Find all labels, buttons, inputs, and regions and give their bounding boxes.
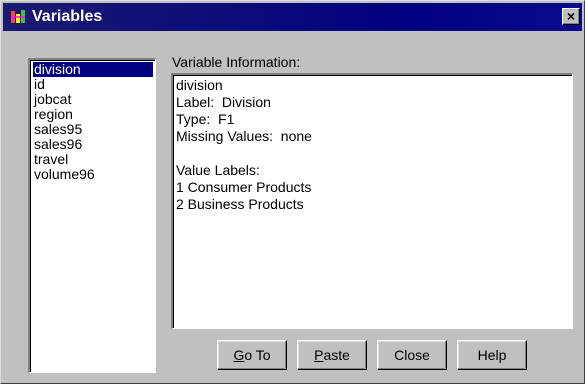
app-icon: [11, 10, 25, 23]
go-to-mnemonic: G: [233, 347, 245, 363]
paste-button[interactable]: Paste: [297, 340, 367, 370]
help-button[interactable]: Help: [457, 340, 527, 370]
go-to-label: o To: [244, 347, 271, 363]
paste-label: aste: [323, 347, 350, 363]
title-bar[interactable]: Variables ×: [3, 3, 582, 31]
go-to-button[interactable]: Go To: [217, 340, 287, 370]
info-line: division: [176, 77, 223, 93]
close-window-button[interactable]: ×: [562, 8, 580, 25]
list-item[interactable]: sales96: [33, 137, 153, 152]
close-label: Close: [394, 347, 430, 363]
list-item[interactable]: travel: [33, 152, 153, 167]
list-item[interactable]: division: [33, 62, 153, 77]
list-item[interactable]: id: [33, 77, 153, 92]
info-line: Missing Values: none: [176, 128, 312, 144]
variable-information-label: Variable Information:: [172, 54, 301, 70]
info-line: Type: F1: [176, 111, 235, 127]
list-item[interactable]: volume96: [33, 167, 153, 182]
help-label: Help: [477, 347, 507, 363]
variables-dialog: Variables × division id jobcat region sa…: [0, 0, 585, 384]
list-item[interactable]: jobcat: [33, 92, 153, 107]
info-line: 1 Consumer Products: [176, 179, 312, 195]
info-line: Value Labels:: [176, 162, 260, 178]
variable-information-box[interactable]: division Label: Division Type: F1 Missin…: [171, 73, 573, 329]
window-title: Variables: [32, 8, 103, 25]
list-item[interactable]: region: [33, 107, 153, 122]
close-button[interactable]: Close: [377, 340, 447, 370]
close-icon: ×: [566, 8, 576, 24]
info-line: 2 Business Products: [176, 196, 304, 212]
list-item[interactable]: sales95: [33, 122, 153, 137]
info-line: Label: Division: [176, 94, 271, 110]
variable-listbox[interactable]: division id jobcat region sales95 sales9…: [28, 58, 156, 373]
